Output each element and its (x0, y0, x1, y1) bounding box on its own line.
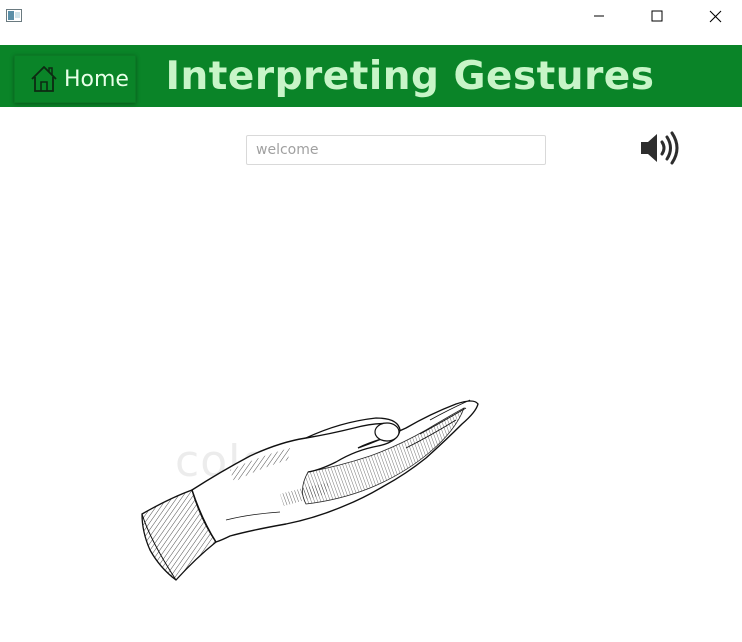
close-icon (709, 10, 722, 23)
page-title: Interpreting Gestures (165, 54, 655, 99)
maximize-icon (651, 10, 663, 22)
minimize-icon (593, 10, 605, 22)
close-button[interactable] (686, 0, 742, 32)
maximize-button[interactable] (628, 0, 686, 32)
speaker-icon (638, 131, 682, 172)
app-header: Home Interpreting Gestures (0, 45, 742, 107)
home-button[interactable]: Home (14, 55, 136, 103)
app-window: Home Interpreting Gestures colou (0, 0, 742, 642)
app-icon (6, 9, 22, 22)
gesture-text-field[interactable] (246, 135, 546, 165)
speak-button[interactable] (638, 128, 682, 168)
open-hand-icon (130, 399, 490, 594)
gesture-image (130, 390, 490, 590)
minimize-button[interactable] (570, 0, 628, 32)
home-icon (29, 63, 61, 95)
home-button-label: Home (64, 66, 129, 92)
title-bar (0, 0, 742, 32)
